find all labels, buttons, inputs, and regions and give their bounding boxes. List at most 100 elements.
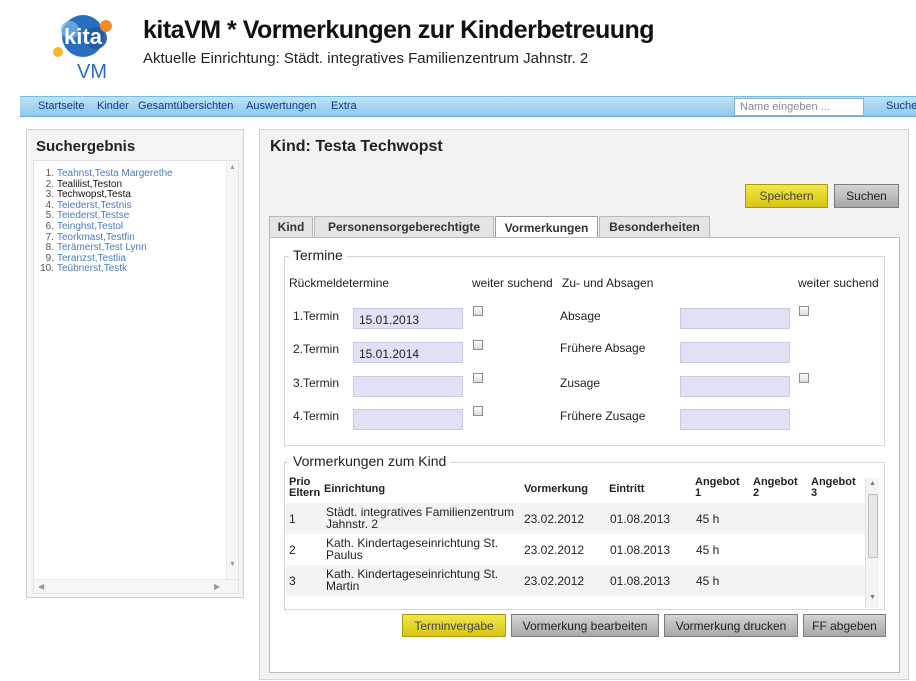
- result-link[interactable]: Teübnerst,Testk: [57, 263, 127, 275]
- termin-4-weiter-suchend-checkbox[interactable]: [473, 406, 483, 416]
- cell-eintritt: 01.08.2013: [610, 543, 671, 557]
- result-link[interactable]: Teinghst,Testol: [57, 221, 123, 232]
- cell-angebot-1: 45 h: [696, 574, 720, 588]
- termin-1-label: 1.Termin: [293, 309, 340, 323]
- table-scroll-up-icon[interactable]: ▲: [869, 480, 876, 487]
- fruehere-absage-field[interactable]: [680, 342, 790, 363]
- absage-weiter-suchend-checkbox[interactable]: [799, 306, 809, 316]
- termin-2-label: 2.Termin: [293, 342, 340, 356]
- table-row[interactable]: 2 Kath. Kindertageseinrichtung St. Paulu…: [286, 534, 876, 565]
- col-header-angebot-3-line1: Angebot: [811, 476, 856, 488]
- cell-vormerkung: 23.02.2012: [524, 574, 585, 588]
- results-horizontal-scrollbar[interactable]: ◀ ▶: [34, 579, 238, 593]
- col-header-prio: Prio Eltern: [289, 477, 320, 499]
- scroll-right-icon[interactable]: ▶: [214, 582, 220, 591]
- result-link[interactable]: Techwopst,Testa: [57, 189, 131, 200]
- table-scroll-thumb[interactable]: [868, 494, 878, 558]
- termine-legend: Termine: [289, 247, 347, 263]
- child-detail-panel: Kind: Testa Techwopst Speichern Suchen K…: [259, 129, 909, 680]
- search-results-box: 1. Teahnst,Testa Margerethe 2. Tealilist,T…: [33, 160, 239, 594]
- name-search-input[interactable]: [734, 98, 864, 116]
- termin-2-date-field[interactable]: 15.01.2014: [353, 342, 463, 363]
- tab-vormerkungen[interactable]: Vormerkungen: [495, 216, 598, 238]
- table-scroll-down-icon[interactable]: ▼: [869, 594, 876, 601]
- app-title: kitaVM * Vormerkungen zur Kinderbetreuun…: [143, 16, 655, 44]
- search-results-list: 1. Teahnst,Testa Margerethe 2. Tealilist,T…: [40, 168, 173, 275]
- scroll-up-icon[interactable]: ▲: [229, 164, 236, 171]
- search-button[interactable]: Suchen: [834, 184, 899, 208]
- absage-field[interactable]: [680, 308, 790, 329]
- vormerkungen-legend: Vormerkungen zum Kind: [289, 453, 451, 469]
- nav-gesamtuebersichten[interactable]: Gesamtübersichten: [138, 100, 233, 112]
- termin-1-date-field[interactable]: 15.01.2013: [353, 308, 463, 329]
- result-link[interactable]: Teranzst,Testlia: [57, 253, 126, 264]
- vormerkungen-tab-content: Termine Rückmeldetermine weiter suchend …: [269, 237, 900, 673]
- termin-3-date-field[interactable]: [353, 376, 463, 397]
- cell-prio: 1: [289, 512, 296, 526]
- termin-1-weiter-suchend-checkbox[interactable]: [473, 306, 483, 316]
- result-link[interactable]: Teiederst,Testnis: [57, 200, 131, 211]
- rueckmeldetermine-header: Rückmeldetermine: [289, 276, 390, 290]
- cell-vormerkung: 23.02.2012: [524, 543, 585, 557]
- cell-angebot-1: 45 h: [696, 512, 720, 526]
- table-row[interactable]: 3 Kath. Kindertageseinrichtung St. Marti…: [286, 565, 876, 596]
- vormerkung-bearbeiten-button[interactable]: Vormerkung bearbeiten: [511, 614, 659, 637]
- nav-auswertungen[interactable]: Auswertungen: [246, 100, 316, 112]
- result-item[interactable]: 10. Teübnerst,Testk: [40, 264, 173, 275]
- nav-extra[interactable]: Extra: [331, 100, 357, 112]
- result-link[interactable]: Teahnst,Testa Margerethe: [57, 168, 173, 179]
- zu-und-absagen-header: Zu- und Absagen: [562, 276, 654, 290]
- weiter-suchend-header-1: weiter suchend: [472, 276, 553, 290]
- terminvergabe-button[interactable]: Terminvergabe: [402, 614, 506, 637]
- cell-eintritt: 01.08.2013: [610, 512, 671, 526]
- zusage-field[interactable]: [680, 376, 790, 397]
- scroll-down-icon[interactable]: ▼: [229, 561, 236, 568]
- tab-personensorgeberechtigte[interactable]: Personensorgeberechtigte: [314, 216, 494, 237]
- page: kita VM kitaVM * Vormerkungen zur Kinder…: [0, 0, 916, 681]
- logo-text-vm: VM: [77, 61, 107, 82]
- zusage-weiter-suchend-checkbox[interactable]: [799, 373, 809, 383]
- col-header-eintritt: Eintritt: [609, 483, 645, 495]
- col-header-angebot-2-line1: Angebot: [753, 476, 798, 488]
- current-facility: Aktuelle Einrichtung: Städt. integrative…: [143, 50, 589, 67]
- col-header-prio-line2: Eltern: [289, 487, 321, 499]
- cell-prio: 3: [289, 574, 296, 588]
- scroll-left-icon[interactable]: ◀: [38, 582, 44, 591]
- nav-startseite[interactable]: Startseite: [38, 100, 84, 112]
- col-header-einrichtung: Einrichtung: [324, 483, 386, 495]
- results-vertical-scrollbar[interactable]: ▲ ▼: [226, 161, 238, 581]
- main-nav: Startseite Kinder Gesamtübersichten Ausw…: [20, 96, 916, 117]
- kitavm-logo: kita VM: [53, 15, 112, 82]
- col-header-angebot-3-line2: 3: [811, 487, 818, 499]
- search-link[interactable]: Suche: [886, 100, 916, 112]
- result-link[interactable]: Tealilist,Teston: [57, 179, 122, 190]
- vormerkungen-table: Prio Eltern Einrichtung Vormerkung Eintr…: [286, 473, 883, 607]
- cell-angebot-1: 45 h: [696, 543, 720, 557]
- termin-4-label: 4.Termin: [293, 409, 340, 423]
- cell-einrichtung-line2: Paulus: [326, 548, 363, 562]
- tab-kind[interactable]: Kind: [269, 216, 313, 237]
- termin-2-weiter-suchend-checkbox[interactable]: [473, 340, 483, 350]
- tab-besonderheiten[interactable]: Besonderheiten: [599, 216, 710, 237]
- logo-text-kita: kita: [64, 24, 103, 49]
- save-button[interactable]: Speichern: [745, 184, 828, 208]
- result-link[interactable]: Teorkmast,Testfin: [57, 232, 135, 243]
- termin-3-weiter-suchend-checkbox[interactable]: [473, 373, 483, 383]
- termin-4-date-field[interactable]: [353, 409, 463, 430]
- result-link[interactable]: Teiederst,Testse: [57, 210, 129, 222]
- vormerkung-drucken-button[interactable]: Vormerkung drucken: [664, 614, 798, 637]
- col-header-angebot-2-line2: 2: [753, 487, 760, 499]
- search-results-panel: Suchergebnis 1. Teahnst,Testa Margerethe …: [26, 129, 244, 598]
- absage-label: Absage: [560, 309, 601, 323]
- nav-kinder[interactable]: Kinder: [97, 100, 129, 112]
- col-header-angebot-1: Angebot 1: [695, 477, 740, 499]
- termin-3-label: 3.Termin: [293, 376, 340, 390]
- vormerkungen-table-scrollbar[interactable]: ▲ ▼: [865, 478, 879, 608]
- ff-abgeben-button[interactable]: FF abgeben: [803, 614, 886, 637]
- table-row[interactable]: 1 Städt. integratives Familienzentrum Ja…: [286, 503, 876, 534]
- cell-vormerkung: 23.02.2012: [524, 512, 585, 526]
- result-link[interactable]: Terämerst,Test Lynn: [57, 242, 147, 253]
- weiter-suchend-header-2: weiter suchend: [798, 276, 879, 290]
- fruehere-zusage-field[interactable]: [680, 409, 790, 430]
- result-number: 10.: [40, 263, 54, 275]
